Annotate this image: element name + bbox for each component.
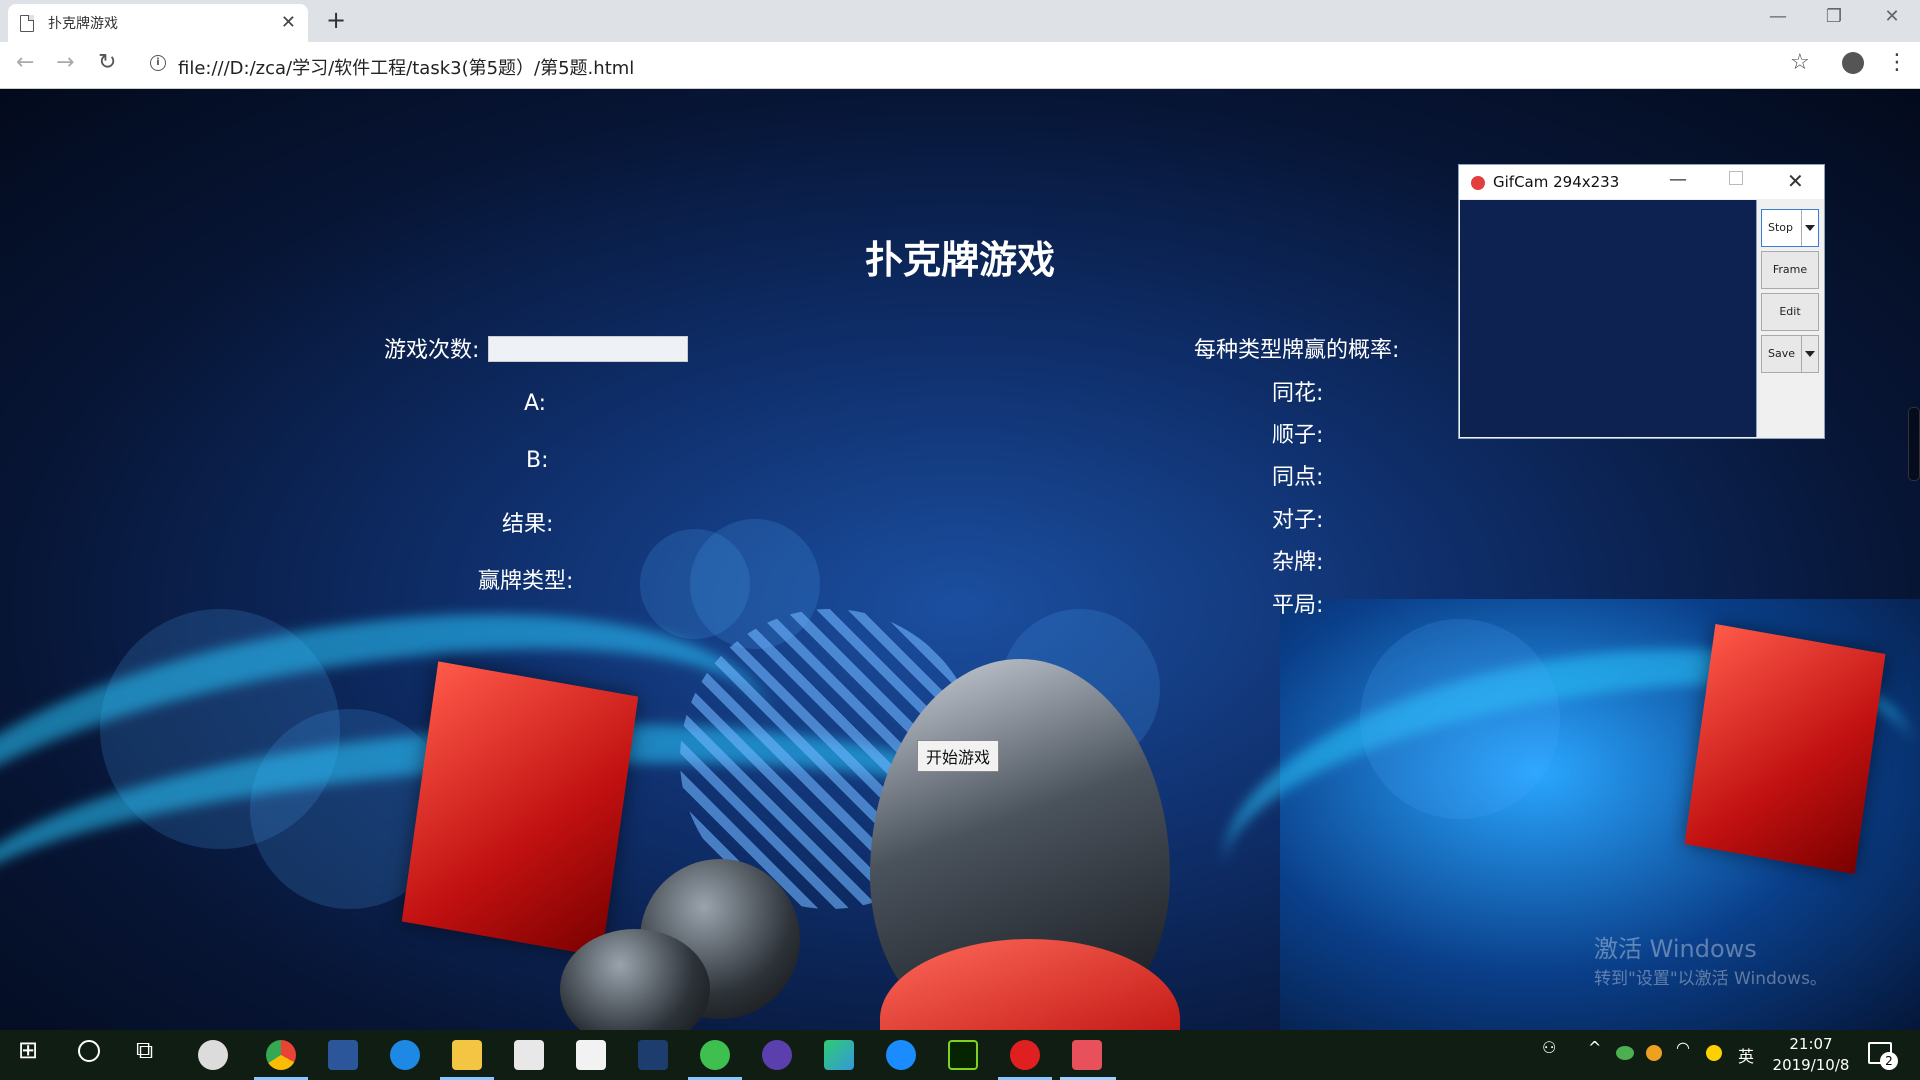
window-minimize-button[interactable]: — bbox=[1758, 6, 1798, 27]
new-tab-button[interactable]: + bbox=[326, 8, 346, 32]
chrome-icon[interactable] bbox=[266, 1040, 296, 1070]
red-diamond-shape bbox=[1684, 624, 1886, 874]
dreamweaver-icon[interactable] bbox=[948, 1040, 978, 1070]
watermark-line-2: 转到"设置"以激活 Windows。 bbox=[1594, 969, 1827, 989]
netease-music-icon[interactable] bbox=[1010, 1040, 1040, 1070]
tab-title: 扑克牌游戏 bbox=[48, 16, 118, 32]
gifcam-taskbar-icon[interactable] bbox=[1072, 1040, 1102, 1070]
wechat-icon[interactable] bbox=[1616, 1046, 1634, 1060]
video-player-icon[interactable] bbox=[824, 1040, 854, 1070]
bokeh-bubble bbox=[1360, 619, 1560, 819]
browser-menu-button[interactable]: ⋮ bbox=[1886, 50, 1908, 75]
mail-icon[interactable] bbox=[514, 1040, 544, 1070]
gifcam-stop-button[interactable]: Stop bbox=[1761, 209, 1819, 247]
gifcam-capture-area bbox=[1460, 200, 1757, 437]
chevron-down-icon[interactable] bbox=[1801, 336, 1818, 372]
gifcam-logo-icon bbox=[1471, 176, 1485, 190]
gifcam-title: GifCam 294x233 bbox=[1493, 173, 1620, 191]
win-type-label: 赢牌类型: bbox=[478, 569, 574, 594]
start-game-button[interactable]: 开始游戏 bbox=[917, 740, 1000, 772]
gifcam-minimize-button[interactable]: — bbox=[1669, 169, 1687, 190]
edge-icon[interactable] bbox=[390, 1040, 420, 1070]
watermark-line-1: 激活 Windows bbox=[1594, 935, 1757, 963]
red-diamond-shape bbox=[401, 661, 639, 957]
windows-activation-watermark: 激活 Windows 转到"设置"以激活 Windows。 bbox=[1594, 929, 1827, 989]
people-icon[interactable]: ⚇ bbox=[1542, 1038, 1556, 1057]
tray-app-icon[interactable] bbox=[1646, 1045, 1662, 1061]
prob-draw-label: 平局: bbox=[1272, 593, 1324, 618]
browser-tab[interactable]: 扑克牌游戏 ✕ bbox=[8, 4, 308, 42]
window-close-button[interactable]: ✕ bbox=[1872, 6, 1912, 27]
gifcam-window: GifCam 294x233 — ✕ Stop Frame Edit Save bbox=[1458, 164, 1825, 439]
document-icon bbox=[20, 14, 34, 32]
gifcam-stop-label: Stop bbox=[1768, 221, 1794, 234]
app-s-icon[interactable] bbox=[198, 1040, 228, 1070]
kugou-icon[interactable] bbox=[886, 1040, 916, 1070]
games-count-label: 游戏次数: bbox=[384, 338, 480, 363]
infinity-icon[interactable] bbox=[762, 1040, 792, 1070]
prob-same-rank-label: 同点: bbox=[1272, 465, 1324, 490]
gifcam-save-label: Save bbox=[1768, 347, 1796, 360]
tab-close-icon[interactable]: ✕ bbox=[281, 14, 296, 32]
taskbar: ⊞ ⧉ ⚇ ^ ◠ 英 21:07 2019/10/8 2 bbox=[0, 1030, 1920, 1080]
info-icon[interactable]: i bbox=[150, 55, 166, 71]
cortana-search-icon[interactable] bbox=[78, 1040, 100, 1062]
file-explorer-icon[interactable] bbox=[452, 1040, 482, 1070]
player-a-label: A: bbox=[524, 391, 547, 416]
address-bar[interactable]: file:///D:/zca/学习/软件工程/task3(第5题）/第5题.ht… bbox=[178, 54, 634, 80]
wifi-icon[interactable]: ◠ bbox=[1676, 1038, 1690, 1057]
games-count-input[interactable] bbox=[488, 336, 688, 362]
gifcam-save-button[interactable]: Save bbox=[1761, 335, 1819, 373]
gifcam-maximize-icon bbox=[1729, 171, 1743, 185]
player-b-label: B: bbox=[526, 448, 549, 473]
notification-count-badge: 2 bbox=[1880, 1052, 1898, 1070]
account-icon[interactable] bbox=[1842, 52, 1864, 74]
clock-date: 2019/10/8 bbox=[1772, 1056, 1850, 1074]
tab-bar: 扑克牌游戏 ✕ + — ❐ ✕ bbox=[0, 0, 1920, 42]
browser-toolbar: ← → ↻ i file:///D:/zca/学习/软件工程/task3(第5题… bbox=[0, 42, 1920, 89]
back-button[interactable]: ← bbox=[16, 52, 34, 74]
chevron-up-icon[interactable]: ^ bbox=[1588, 1038, 1601, 1057]
prob-straight-label: 顺子: bbox=[1272, 423, 1324, 448]
bookmark-star-icon[interactable]: ☆ bbox=[1790, 50, 1810, 75]
prob-high-card-label: 杂牌: bbox=[1272, 550, 1324, 575]
task-view-icon[interactable]: ⧉ bbox=[136, 1038, 153, 1062]
mysql-icon[interactable] bbox=[638, 1040, 668, 1070]
app-e-icon[interactable] bbox=[700, 1040, 730, 1070]
prob-flush-label: 同花: bbox=[1272, 381, 1324, 406]
windows-start-icon[interactable]: ⊞ bbox=[18, 1038, 38, 1062]
gifcam-titlebar[interactable]: GifCam 294x233 — ✕ bbox=[1459, 165, 1824, 199]
gifcam-edit-button[interactable]: Edit bbox=[1761, 293, 1819, 331]
tray-plus-icon[interactable] bbox=[1706, 1045, 1722, 1061]
clock-time: 21:07 bbox=[1789, 1035, 1833, 1053]
probability-header: 每种类型牌赢的概率: bbox=[1194, 338, 1400, 363]
forward-button[interactable]: → bbox=[56, 52, 74, 74]
reload-button[interactable]: ↻ bbox=[98, 52, 116, 74]
scrollbar-thumb[interactable] bbox=[1908, 407, 1920, 481]
prob-pair-label: 对子: bbox=[1272, 508, 1324, 533]
gifcam-frame-button[interactable]: Frame bbox=[1761, 251, 1819, 289]
window-restore-button[interactable]: ❐ bbox=[1814, 6, 1854, 27]
taskbar-clock[interactable]: 21:07 2019/10/8 bbox=[1766, 1034, 1856, 1076]
ime-indicator[interactable]: 英 bbox=[1738, 1043, 1754, 1067]
gifcam-close-button[interactable]: ✕ bbox=[1787, 169, 1804, 193]
store-icon[interactable] bbox=[576, 1040, 606, 1070]
result-label: 结果: bbox=[502, 512, 554, 537]
chevron-down-icon[interactable] bbox=[1801, 210, 1818, 246]
word-icon[interactable] bbox=[328, 1040, 358, 1070]
